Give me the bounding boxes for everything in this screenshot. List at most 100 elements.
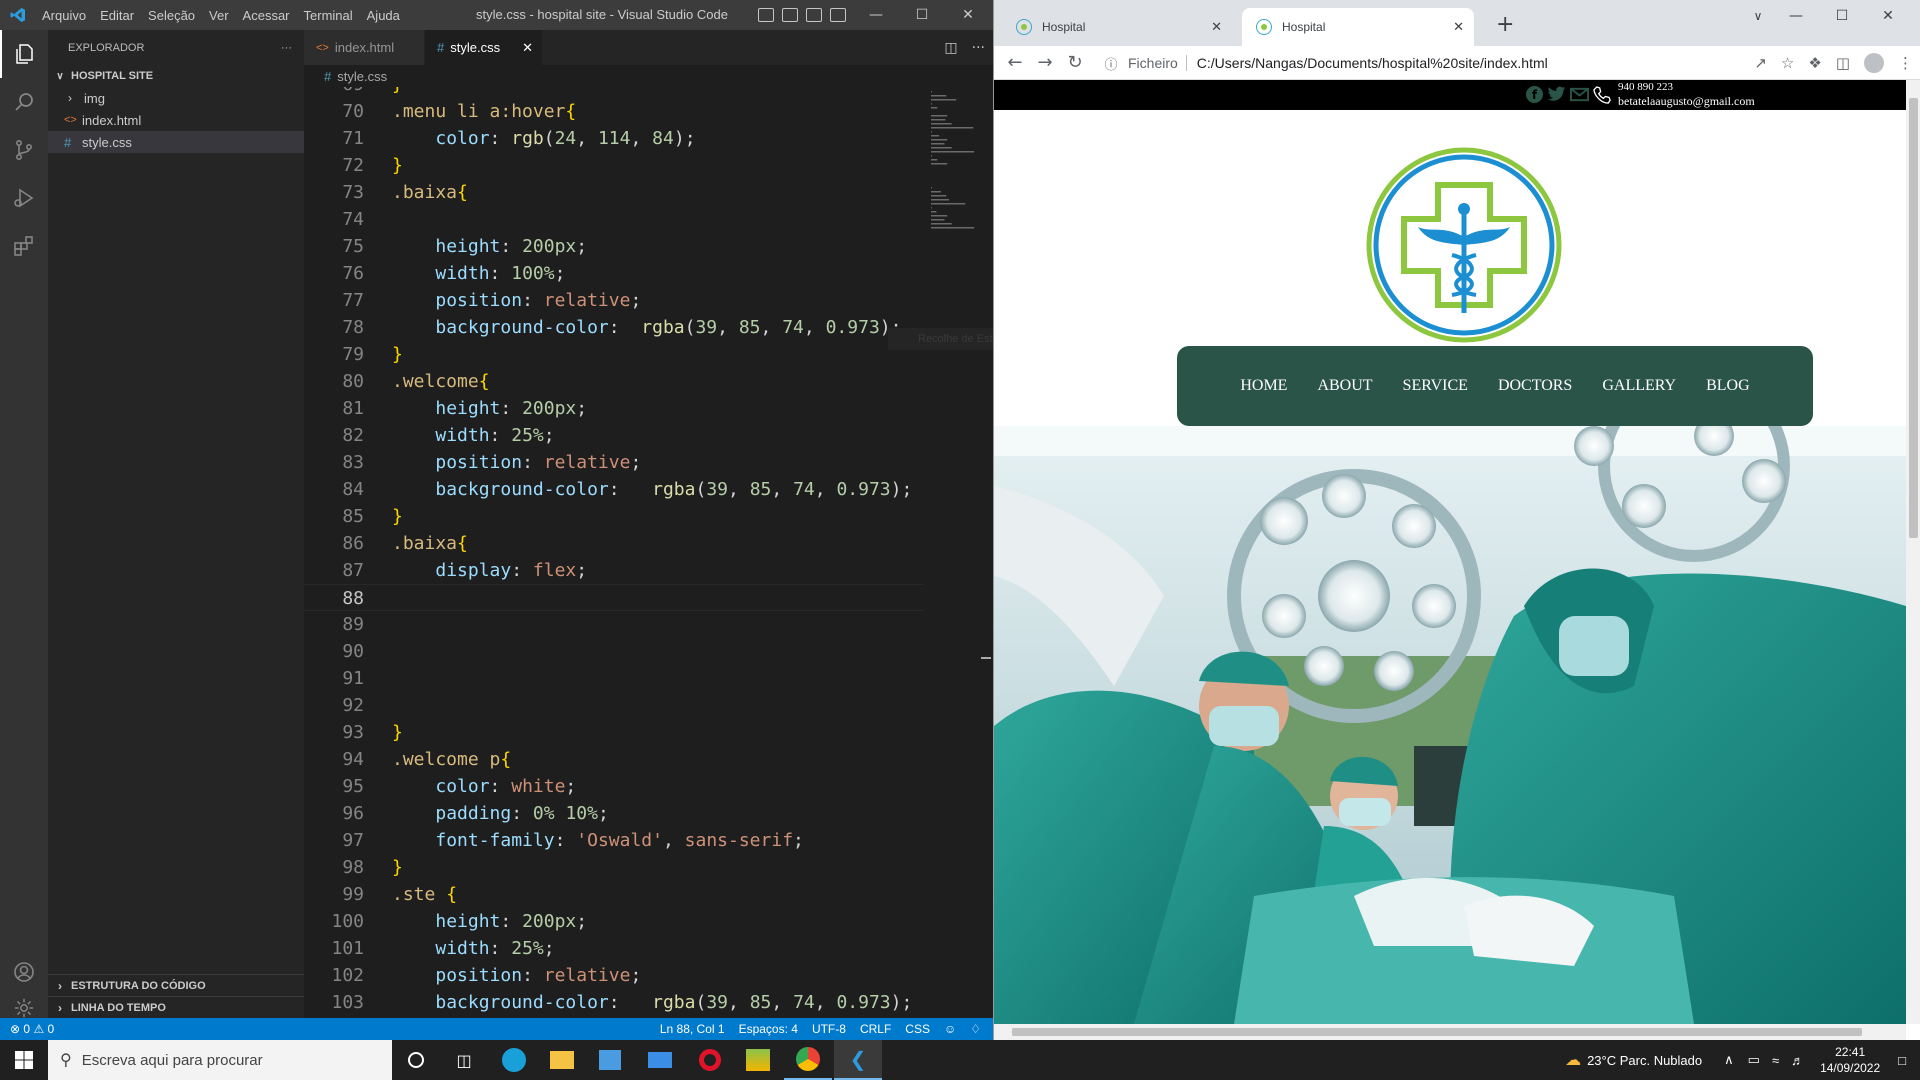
- editor-scrollbar[interactable]: [979, 87, 993, 1020]
- tree-item-index-html[interactable]: <> index.html: [48, 109, 304, 131]
- opera-icon[interactable]: [686, 1040, 734, 1080]
- code-line[interactable]: 88: [304, 584, 924, 611]
- code-line[interactable]: 73 .baixa{: [304, 179, 924, 206]
- back-icon[interactable]: ←: [1000, 48, 1030, 78]
- maximize-icon[interactable]: ☐: [899, 0, 945, 30]
- code-line[interactable]: 76 width: 100%;: [304, 260, 924, 287]
- nav-service[interactable]: SERVICE: [1403, 377, 1468, 395]
- tab-style-css[interactable]: # style.css ✕: [425, 30, 543, 65]
- bluestacks-icon[interactable]: [734, 1040, 782, 1080]
- code-line[interactable]: 81 height: 200px;: [304, 395, 924, 422]
- task-view-icon[interactable]: ◫: [440, 1040, 488, 1080]
- run-debug-icon[interactable]: [0, 174, 48, 222]
- code-line[interactable]: 94 .welcome p{: [304, 746, 924, 773]
- code-line[interactable]: 70 .menu li a:hover{: [304, 98, 924, 125]
- extensions-icon[interactable]: [0, 222, 48, 270]
- close-icon[interactable]: ✕: [1865, 0, 1911, 32]
- nav-home[interactable]: HOME: [1240, 377, 1287, 395]
- chevron-up-icon[interactable]: ∧: [1724, 1052, 1734, 1068]
- chrome-menu-icon[interactable]: ⋮: [1898, 54, 1913, 72]
- network-icon[interactable]: ≈: [1772, 1053, 1779, 1068]
- code-line[interactable]: 74: [304, 206, 924, 233]
- project-folder-header[interactable]: ∨ HOSPITAL SITE: [48, 65, 304, 87]
- code-line[interactable]: 100 height: 200px;: [304, 908, 924, 935]
- share-icon[interactable]: ↗: [1754, 54, 1767, 72]
- code-line[interactable]: 83 position: relative;: [304, 449, 924, 476]
- more-actions-icon[interactable]: ···: [972, 40, 985, 56]
- mail-icon[interactable]: [1570, 86, 1589, 103]
- code-line[interactable]: 78 background-color: rgba(39, 85, 74, 0.…: [304, 314, 924, 341]
- code-line[interactable]: 99 .ste {: [304, 881, 924, 908]
- bookmark-star-icon[interactable]: ☆: [1781, 54, 1794, 72]
- code-line[interactable]: 79}: [304, 341, 924, 368]
- code-line[interactable]: 87 display: flex;: [304, 557, 924, 584]
- menu-acessar[interactable]: Acessar: [236, 8, 297, 23]
- code-line[interactable]: 96 padding: 0% 10%;: [304, 800, 924, 827]
- notifications-icon[interactable]: □: [1898, 1053, 1906, 1068]
- toggle-sidebar-icon[interactable]: [758, 8, 774, 22]
- code-line[interactable]: 80 .welcome{: [304, 368, 924, 395]
- windows-start-icon[interactable]: [0, 1040, 48, 1080]
- volume-icon[interactable]: ♬: [1791, 1053, 1804, 1068]
- cortana-icon[interactable]: [392, 1040, 440, 1080]
- code-line[interactable]: 72}: [304, 152, 924, 179]
- code-line[interactable]: 71 color: rgb(24, 114, 84);: [304, 125, 924, 152]
- tree-item-style-css[interactable]: # style.css: [48, 131, 304, 153]
- code-editor[interactable]: 69}70.menu li a:hover{71 color: rgb(24, …: [304, 87, 993, 1020]
- chrome-icon[interactable]: [784, 1040, 832, 1080]
- code-line[interactable]: 93}: [304, 719, 924, 746]
- code-line[interactable]: 85}: [304, 503, 924, 530]
- account-icon[interactable]: [0, 948, 48, 996]
- menu-editar[interactable]: Editar: [93, 8, 141, 23]
- horizontal-scrollbar[interactable]: [994, 1024, 1906, 1040]
- profile-avatar-icon[interactable]: [1864, 53, 1884, 73]
- code-line[interactable]: 103 background-color: rgba(39, 85, 74, 0…: [304, 989, 924, 1016]
- code-line[interactable]: 84 background-color: rgba(39, 85, 74, 0.…: [304, 476, 924, 503]
- code-line[interactable]: 92: [304, 692, 924, 719]
- browser-tab-2[interactable]: Hospital ✕: [1242, 8, 1474, 46]
- weather-icon[interactable]: ☁: [1565, 1050, 1581, 1070]
- explorer-more-icon[interactable]: ···: [281, 42, 292, 54]
- breadcrumb-file[interactable]: style.css: [337, 69, 387, 84]
- address-bar[interactable]: ⓘ Ficheiro C:/Users/Nangas/Documents/hos…: [1102, 49, 1702, 77]
- tree-item-img[interactable]: › img: [48, 87, 304, 109]
- nav-doctors[interactable]: DOCTORS: [1498, 377, 1572, 395]
- twitter-icon[interactable]: [1547, 86, 1566, 103]
- code-line[interactable]: 89: [304, 611, 924, 638]
- nav-gallery[interactable]: GALLERY: [1602, 377, 1676, 395]
- search-icon[interactable]: [0, 78, 48, 126]
- menu-arquivo[interactable]: Arquivo: [35, 8, 93, 23]
- store-icon[interactable]: [586, 1040, 634, 1080]
- explorer-icon[interactable]: [0, 30, 48, 78]
- taskbar-search[interactable]: ⚲ Escreva aqui para procurar: [48, 1040, 392, 1080]
- address-url[interactable]: C:/Users/Nangas/Documents/hospital%20sit…: [1197, 55, 1548, 71]
- file-explorer-icon[interactable]: [538, 1040, 586, 1080]
- toggle-secondary-sidebar-icon[interactable]: [806, 8, 822, 22]
- close-icon[interactable]: ✕: [945, 0, 991, 30]
- timeline-section[interactable]: › LINHA DO TEMPO: [48, 996, 304, 1018]
- end-of-line[interactable]: CRLF: [853, 1022, 898, 1036]
- reload-icon[interactable]: ↻: [1060, 48, 1090, 78]
- code-line[interactable]: 91: [304, 665, 924, 692]
- cursor-position[interactable]: Ln 88, Col 1: [653, 1022, 732, 1036]
- vscode-taskbar-icon[interactable]: ❮: [834, 1040, 882, 1080]
- code-line[interactable]: 90: [304, 638, 924, 665]
- manage-gear-icon[interactable]: [0, 996, 48, 1020]
- edge-icon[interactable]: [490, 1040, 538, 1080]
- code-line[interactable]: 86 .baixa{: [304, 530, 924, 557]
- clock[interactable]: 22:41 14/09/2022: [1820, 1044, 1880, 1076]
- close-tab-icon[interactable]: ✕: [1211, 19, 1222, 35]
- browser-tab-1[interactable]: Hospital ✕: [1002, 8, 1232, 46]
- code-line[interactable]: 69}: [304, 87, 924, 98]
- code-line[interactable]: 77 position: relative;: [304, 287, 924, 314]
- split-editor-icon[interactable]: ◫: [944, 40, 957, 56]
- code-line[interactable]: 75 height: 200px;: [304, 233, 924, 260]
- tab-index-html[interactable]: <> index.html: [304, 30, 425, 65]
- menu-terminal[interactable]: Terminal: [297, 8, 360, 23]
- weather-text[interactable]: 23°C Parc. Nublado: [1587, 1053, 1702, 1068]
- new-tab-button[interactable]: +: [1496, 12, 1514, 37]
- menu-selecao[interactable]: Seleção: [141, 8, 202, 23]
- language-mode[interactable]: CSS: [898, 1022, 937, 1036]
- close-tab-icon[interactable]: ✕: [1453, 19, 1464, 35]
- code-line[interactable]: 82 width: 25%;: [304, 422, 924, 449]
